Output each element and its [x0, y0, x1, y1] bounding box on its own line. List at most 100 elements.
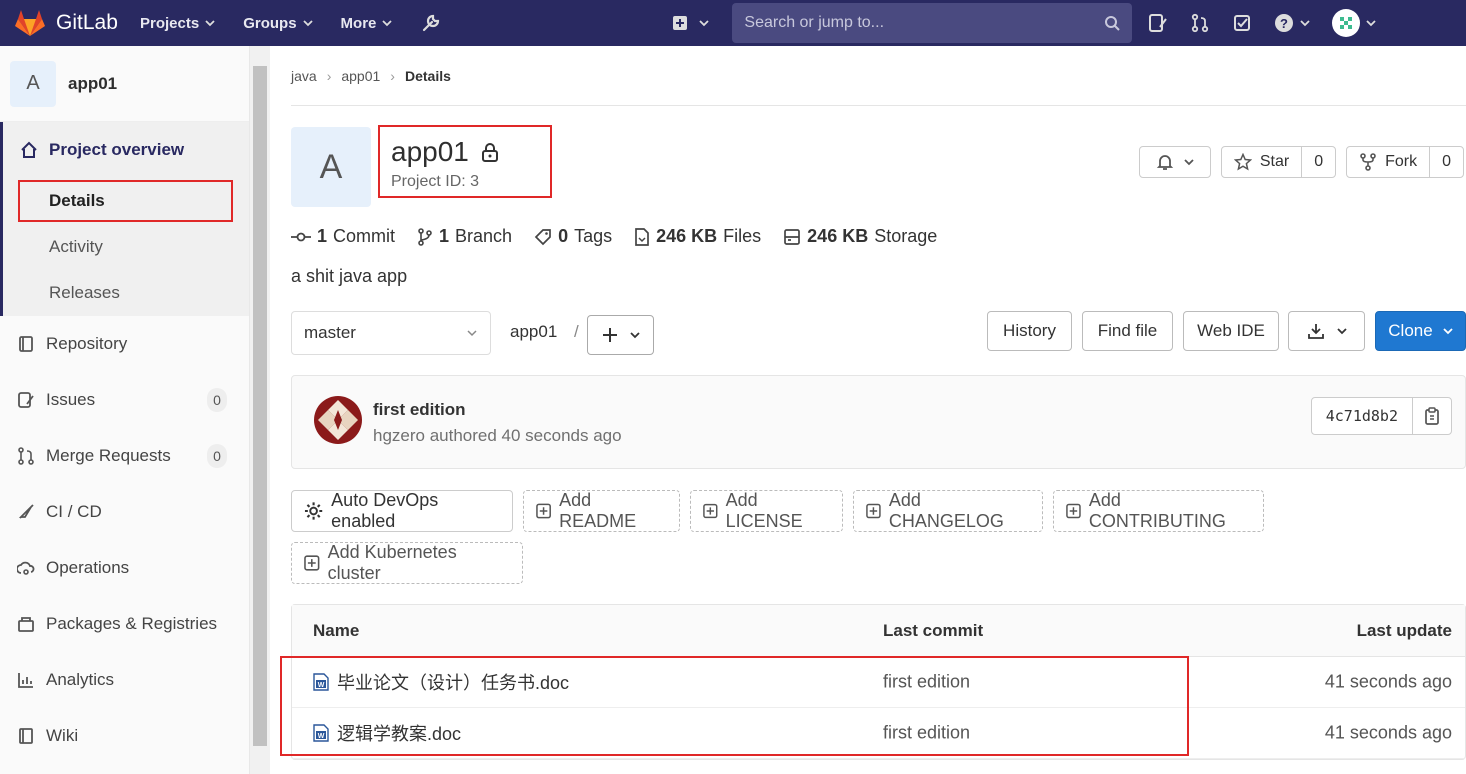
user-avatar	[1332, 9, 1361, 37]
breadcrumb-java[interactable]: java	[291, 68, 317, 84]
star-icon	[1233, 153, 1252, 171]
stat-tags[interactable]: 0 Tags	[534, 226, 612, 247]
nav-groups[interactable]: Groups	[243, 15, 313, 32]
sidebar-item-analytics[interactable]: Analytics	[0, 652, 249, 708]
star-button[interactable]: Star 0	[1220, 146, 1337, 178]
sidebar-sub-activity[interactable]: Activity	[3, 224, 249, 270]
package-icon	[16, 614, 36, 634]
cloud-gear-icon	[16, 558, 36, 578]
stat-branches[interactable]: 1 Branch	[417, 226, 512, 247]
add-contributing-button[interactable]: Add CONTRIBUTING	[1053, 490, 1264, 532]
clipboard-icon	[1425, 407, 1439, 425]
sidebar-item-wiki[interactable]: Wiki	[0, 708, 249, 764]
sidebar-item-label: Wiki	[46, 726, 79, 745]
history-button[interactable]: History	[987, 311, 1072, 351]
project-sidebar: A app01 Project overview Details Activit…	[0, 46, 250, 774]
sidebar-item-label: Operations	[46, 558, 130, 577]
sidebar-item-operations[interactable]: Operations	[0, 540, 249, 596]
sidebar-scrollbar[interactable]	[250, 46, 270, 774]
find-file-button[interactable]: Find file	[1082, 311, 1173, 351]
breadcrumb-details[interactable]: Details	[405, 68, 451, 84]
add-readme-button[interactable]: Add README	[523, 490, 680, 532]
add-changelog-button[interactable]: Add CHANGELOG	[853, 490, 1043, 532]
notification-dropdown[interactable]	[1138, 146, 1211, 178]
commit-sha[interactable]: 4c71d8b2	[1312, 398, 1413, 434]
new-item-dropdown[interactable]	[672, 15, 710, 31]
plus-square-icon	[866, 503, 881, 519]
tag-icon	[534, 228, 551, 245]
identicon-icon	[1335, 12, 1358, 34]
commit-title[interactable]: first edition	[373, 400, 466, 420]
book-icon	[16, 726, 36, 746]
sidebar-item-label: Analytics	[46, 670, 115, 689]
copy-sha-button[interactable]	[1413, 398, 1451, 434]
project-avatar: A	[10, 60, 56, 107]
plus-square-icon	[304, 555, 320, 571]
sidebar-item-label: Issues	[46, 390, 96, 409]
sidebar-item-label: CI / CD	[46, 502, 102, 521]
add-kubernetes-button[interactable]: Add Kubernetes cluster	[291, 542, 523, 584]
sidebar-sub-releases[interactable]: Releases	[3, 270, 249, 316]
clone-dropdown[interactable]: Clone	[1375, 311, 1466, 351]
sidebar-item-merge-requests[interactable]: Merge Requests 0	[0, 428, 249, 484]
project-title-highlight-box	[378, 125, 552, 198]
add-to-tree-dropdown[interactable]	[587, 315, 654, 355]
stat-storage-label: Storage	[874, 226, 938, 246]
commit-meta: hgzero authored 40 seconds ago	[373, 426, 622, 445]
breadcrumb-separator-icon: ›	[326, 67, 332, 84]
identicon-icon	[314, 396, 362, 444]
last-commit-box: first edition hgzero authored 40 seconds…	[291, 375, 1466, 469]
sidebar-item-project-overview[interactable]: Project overview	[3, 122, 249, 178]
sidebar-item-packages[interactable]: Packages & Registries	[0, 596, 249, 652]
download-dropdown[interactable]	[1288, 311, 1365, 351]
breadcrumb-app01[interactable]: app01	[341, 68, 380, 84]
web-ide-button[interactable]: Web IDE	[1183, 311, 1279, 351]
sidebar-project-header[interactable]: A app01	[0, 46, 249, 122]
details-highlight-box	[18, 180, 233, 222]
auto-devops-button[interactable]: Auto DevOps enabled	[291, 490, 513, 532]
gitlab-logo-icon	[15, 10, 45, 36]
issues-icon[interactable]	[1148, 13, 1168, 33]
nav-projects[interactable]: Projects	[140, 15, 215, 32]
top-navbar: GitLab Projects Groups More Search or ju…	[0, 0, 1466, 46]
fork-label: Fork	[1385, 153, 1418, 170]
branch-select[interactable]: master	[291, 311, 491, 355]
sidebar-item-repository[interactable]: Repository	[0, 316, 249, 372]
nav-more[interactable]: More	[341, 15, 393, 32]
rocket-icon	[16, 502, 36, 522]
star-count[interactable]: 0	[1301, 147, 1335, 177]
add-contributing-label: Add CONTRIBUTING	[1088, 490, 1226, 531]
sidebar-item-issues[interactable]: Issues 0	[0, 372, 249, 428]
stat-commits[interactable]: 1 Commit	[291, 226, 395, 247]
author-avatar[interactable]	[314, 396, 362, 444]
top-right-icons: ?	[1148, 9, 1384, 37]
chevron-down-icon	[382, 20, 393, 27]
download-icon	[1307, 324, 1324, 339]
user-menu[interactable]	[1332, 9, 1377, 37]
search-input[interactable]: Search or jump to...	[732, 3, 1133, 43]
todo-icon[interactable]	[1232, 13, 1252, 33]
add-license-button[interactable]: Add LICENSE	[690, 490, 843, 532]
star-label: Star	[1259, 153, 1290, 170]
branch-select-value: master	[304, 323, 356, 342]
stat-files[interactable]: 246 KB Files	[634, 226, 761, 247]
admin-wrench-icon[interactable]	[420, 12, 442, 34]
star-toggle[interactable]: Star	[1222, 147, 1301, 177]
sidebar-item-label: Repository	[46, 334, 128, 353]
brand-name: GitLab	[56, 11, 118, 34]
fork-button[interactable]: Fork 0	[1346, 146, 1464, 178]
commit-sha-group: 4c71d8b2	[1310, 397, 1452, 435]
help-dropdown[interactable]: ?	[1274, 13, 1311, 33]
project-header-buttons: Star 0 Fork 0	[1138, 146, 1464, 178]
stat-storage[interactable]: 246 KB Storage	[783, 226, 937, 247]
storage-icon	[784, 228, 801, 245]
stat-branches-value: 1	[439, 226, 450, 246]
fork-count[interactable]: 0	[1429, 147, 1463, 177]
stat-tags-value: 0	[558, 226, 569, 246]
brand[interactable]: GitLab	[0, 7, 140, 39]
repo-path-root[interactable]: app01	[510, 322, 557, 341]
scrollbar-thumb[interactable]	[253, 66, 267, 746]
merge-request-icon[interactable]	[1190, 13, 1210, 33]
fork-toggle[interactable]: Fork	[1347, 147, 1429, 177]
sidebar-item-ci-cd[interactable]: CI / CD	[0, 484, 249, 540]
